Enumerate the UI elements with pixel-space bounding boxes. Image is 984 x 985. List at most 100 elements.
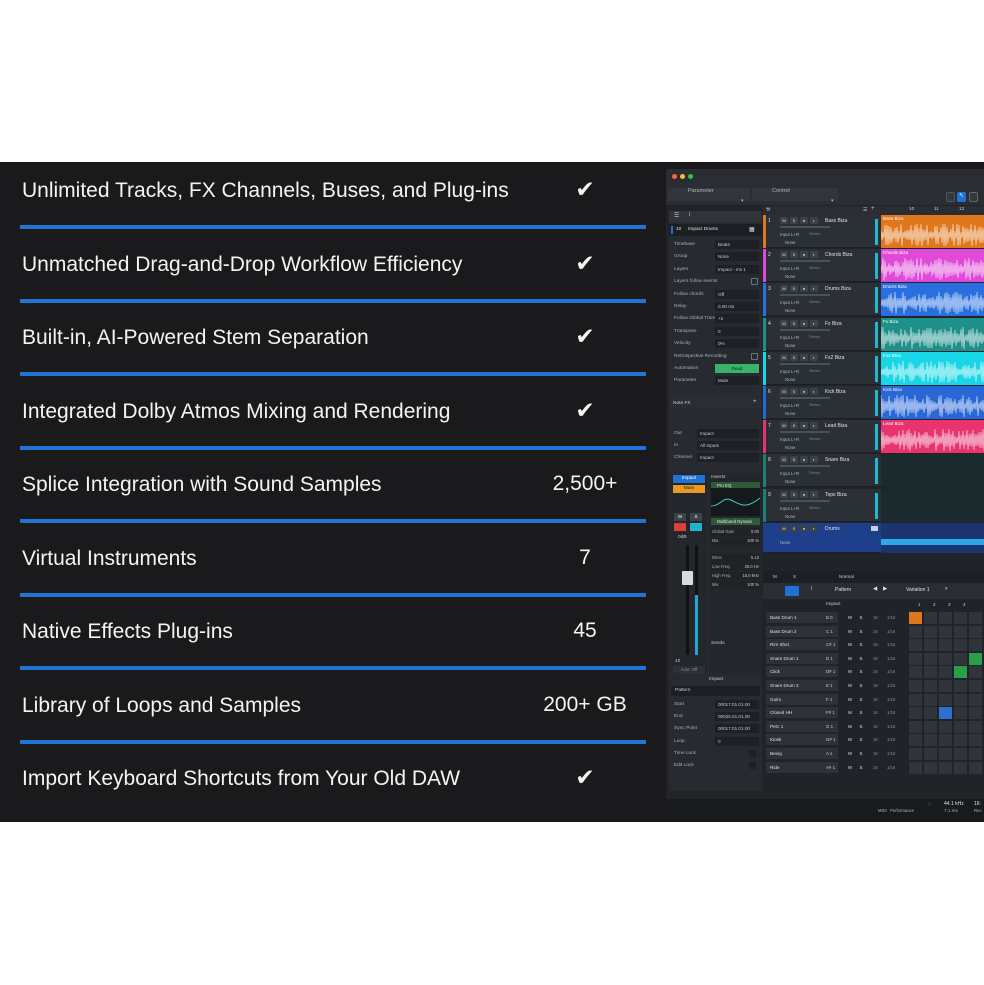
drum-view-icon[interactable] — [785, 586, 799, 596]
step-cell[interactable] — [969, 707, 982, 720]
note-fx-row[interactable]: Note FX + — [669, 398, 762, 409]
track-row[interactable]: 6 M S ● ◐ Kick Biza Input L+R Stereo None Kick Bi… — [763, 386, 984, 419]
folder-track[interactable]: M S ● ◐ Drums None — [763, 522, 984, 553]
step-cell[interactable] — [954, 734, 967, 747]
track-volume-slider[interactable] — [780, 499, 830, 502]
step-cell[interactable] — [909, 707, 922, 720]
mute-button[interactable]: M — [780, 422, 788, 430]
record-button[interactable] — [674, 523, 686, 531]
track-instrument[interactable]: None — [785, 445, 796, 450]
row-solo-button[interactable]: S — [857, 763, 865, 772]
info-icon[interactable]: i — [689, 212, 690, 218]
row-mute-button[interactable]: M — [846, 627, 854, 636]
record-button[interactable]: ● — [800, 285, 808, 293]
pattern-row[interactable]: Perc 1G 1 M S 16 1/16 — [763, 720, 984, 734]
inspector-row-value[interactable]: 0.00 ms — [715, 302, 759, 311]
solo-button[interactable]: S — [790, 388, 798, 395]
solo-button[interactable]: S — [690, 513, 702, 521]
mute-button[interactable]: M — [780, 285, 788, 293]
audio-clip[interactable]: Lead Biza — [881, 420, 984, 454]
insert-param-value[interactable]: 0.00 — [751, 529, 759, 534]
row-mute-button[interactable]: M — [846, 654, 854, 663]
add-track-icon[interactable]: + — [871, 206, 875, 212]
row-solo-button[interactable]: S — [857, 667, 865, 676]
pattern-row[interactable]: Bass Drum 2C 1 M S 16 1/16 — [763, 625, 984, 639]
step-cell[interactable] — [939, 748, 952, 760]
channel-output[interactable]: Main — [673, 485, 705, 493]
record-button[interactable]: ● — [800, 319, 808, 327]
step-cell[interactable] — [969, 680, 982, 692]
record-button[interactable]: ● — [800, 217, 808, 224]
row-solo-button[interactable]: S — [857, 681, 865, 690]
pattern-prop-value[interactable]: 0 — [715, 736, 759, 746]
step-cell[interactable] — [954, 761, 967, 774]
row-solo-button[interactable]: S — [857, 613, 865, 622]
track-input[interactable]: Input L+R — [780, 369, 799, 374]
step-cell[interactable] — [954, 639, 967, 652]
step-cell[interactable] — [969, 748, 982, 760]
step-cell[interactable] — [969, 652, 982, 665]
record-button[interactable]: ● — [800, 524, 808, 532]
track-header[interactable]: 5 M S ● ◐ Fx2 Biza Input L+R Stereo None — [763, 351, 881, 385]
step-cell[interactable] — [969, 612, 982, 624]
track-header[interactable]: 4 M S ● ◐ Fx Biza Input L+R Stereo None — [763, 317, 881, 351]
mute-button[interactable]: M — [780, 353, 788, 361]
step-cell[interactable] — [909, 680, 922, 692]
mute-button[interactable]: M — [780, 524, 788, 532]
track-row[interactable]: 3 M S ● ◐ Drums Biza Input L+R Stereo None Drums … — [763, 283, 984, 317]
row-solo-button[interactable]: S — [857, 627, 865, 636]
record-button[interactable]: ● — [800, 456, 808, 464]
add-icon[interactable]: + — [753, 399, 757, 405]
track-volume-slider[interactable] — [780, 328, 830, 331]
variation-select[interactable]: Variation 1 — [906, 587, 930, 593]
track-instrument[interactable]: None — [785, 308, 796, 313]
record-button[interactable]: ● — [800, 353, 808, 361]
next-icon[interactable]: ▶ — [883, 586, 887, 592]
audio-clip[interactable]: Fx2 Biza — [881, 351, 984, 385]
step-cell[interactable] — [939, 639, 952, 652]
step-cell[interactable] — [924, 707, 937, 720]
track-header[interactable]: 3 M S ● ◐ Drums Biza Input L+R Stereo None — [763, 283, 881, 317]
step-cell[interactable] — [939, 720, 952, 733]
routing-value[interactable]: Impact — [697, 429, 759, 438]
row-solo-button[interactable]: S — [857, 722, 865, 731]
track-volume-slider[interactable] — [780, 397, 830, 399]
solo-button[interactable]: S — [790, 319, 798, 327]
inspector-row-value[interactable]: None — [715, 252, 759, 262]
step-cell[interactable] — [924, 761, 937, 774]
step-cell[interactable] — [969, 693, 982, 706]
step-cell[interactable] — [939, 693, 952, 706]
monitor-button[interactable]: ◐ — [810, 490, 818, 498]
row-mute-button[interactable]: M — [846, 681, 854, 690]
tab-parameter[interactable]: Parameter — [668, 188, 750, 201]
audio-clip[interactable]: Kick Biza — [881, 386, 984, 419]
tab-control[interactable]: Control — [752, 188, 838, 201]
monitor-button[interactable]: ◐ — [810, 319, 818, 327]
pattern-row[interactable]: Guiro F 1 M S 16 1/16 — [763, 693, 984, 707]
insert-slot[interactable]: Multiband Dynami — [711, 518, 760, 525]
pattern-row[interactable]: Snare Drum 1D 1 M S 16 1/16 — [763, 652, 984, 666]
track-instrument[interactable]: None — [785, 411, 796, 416]
step-cell[interactable] — [909, 761, 922, 774]
checkbox[interactable] — [749, 749, 756, 757]
info-icon[interactable]: i — [811, 586, 812, 592]
row-solo-button[interactable]: S — [857, 749, 865, 758]
zoom-window-icon[interactable] — [688, 174, 693, 179]
inspector-row-value[interactable]: Beats — [715, 240, 759, 249]
track-instrument[interactable]: None — [785, 274, 796, 279]
step-cell[interactable] — [909, 693, 922, 706]
insert-param-value[interactable]: 100 % — [747, 538, 759, 543]
step-cell[interactable] — [924, 748, 937, 760]
monitor-button[interactable]: ◐ — [810, 388, 818, 395]
step-cell[interactable] — [939, 612, 952, 624]
track-volume-slider[interactable] — [780, 226, 830, 228]
track-header[interactable]: 2 M S ● ◐ Chords Biza Input L+R Stereo None — [763, 249, 881, 283]
pattern-mode[interactable]: Normal — [839, 574, 854, 579]
folder-instrument[interactable]: None — [780, 540, 791, 545]
track-input[interactable]: Input L+R — [780, 471, 799, 476]
chevron-down-icon[interactable]: ▾ — [831, 198, 834, 204]
step-cell[interactable] — [954, 625, 967, 638]
mute-button[interactable]: M — [780, 490, 788, 498]
automation-mode[interactable]: Auto: Off — [673, 666, 705, 673]
mute-button[interactable]: M — [780, 251, 788, 259]
